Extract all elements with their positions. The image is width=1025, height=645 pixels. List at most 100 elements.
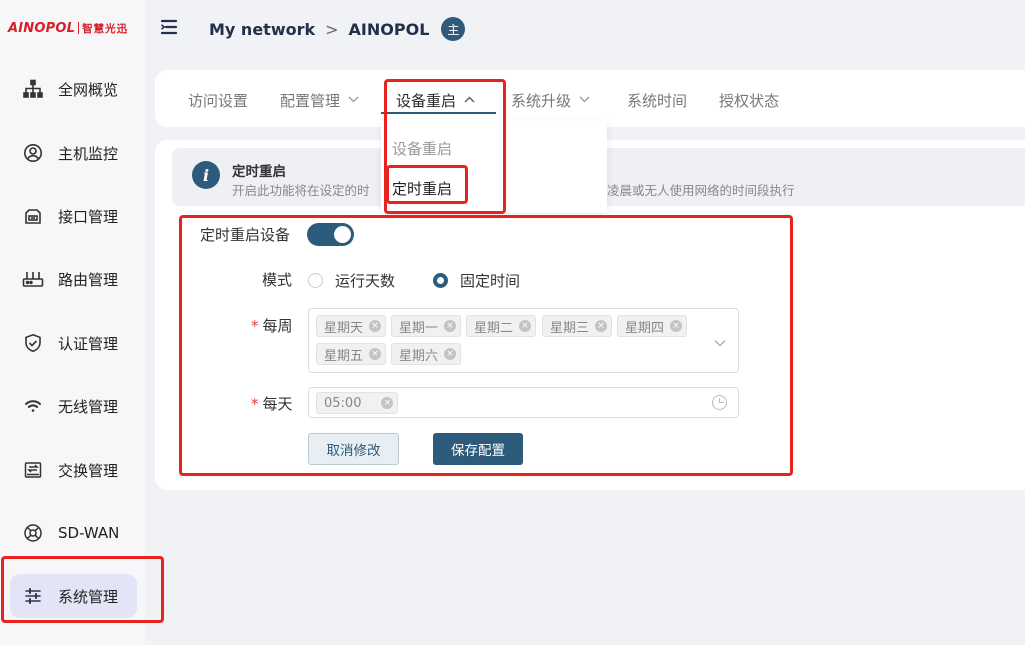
sdwan-icon [22, 522, 44, 544]
brand-logo: AINOPOL 智慧光迅 [8, 18, 128, 38]
sidebar-item-label: 无线管理 [58, 397, 119, 416]
weekday-tag: 星期四 × [617, 315, 688, 337]
daily-label-text: 每天 [262, 395, 293, 413]
network-topology-icon [22, 78, 44, 100]
router-icon [22, 268, 44, 290]
remove-tag-icon[interactable]: × [670, 320, 683, 332]
sidebar-item-sdwan[interactable]: SD-WAN [10, 511, 137, 555]
weekday-tag: 星期五 × [316, 343, 387, 365]
tab-config-management[interactable]: 配置管理 [280, 90, 359, 111]
weekday-tag-label: 星期二 [474, 320, 514, 336]
weekday-tag-label: 星期三 [550, 320, 590, 336]
reboot-dropdown-menu: 设备重启 定时重启 [381, 121, 607, 213]
weekday-tag-label: 星期六 [399, 348, 439, 364]
info-description-right: 在凌晨或无人使用网络的时间段执行 [594, 183, 795, 198]
tab-device-reboot[interactable]: 设备重启 [396, 90, 475, 111]
dropdown-item-device-reboot[interactable]: 设备重启 [392, 138, 452, 159]
breadcrumb-my-network[interactable]: My network [209, 20, 315, 39]
weekday-tag: 星期六 × [391, 343, 462, 365]
tab-label: 授权状态 [719, 92, 780, 110]
radio-label: 固定时间 [460, 272, 521, 290]
sidebar-item-label: 全网概览 [58, 80, 119, 99]
chevron-down-icon[interactable] [714, 335, 726, 351]
interface-icon [22, 205, 44, 227]
mode-radio-uptime-days[interactable]: 运行天数 [308, 270, 395, 291]
sidebar-item-label: SD-WAN [58, 524, 120, 542]
weekday-tag: 星期一 × [391, 315, 462, 337]
tab-label: 配置管理 [280, 92, 341, 110]
user-circle-icon [22, 142, 44, 164]
mode-radio-fixed-time[interactable]: 固定时间 [433, 270, 520, 291]
sidebar-item-auth[interactable]: 认证管理 [10, 321, 137, 365]
chevron-down-icon [348, 95, 359, 106]
remove-tag-icon[interactable]: × [444, 320, 457, 332]
sidebar-item-interface[interactable]: 接口管理 [10, 194, 137, 238]
sidebar-item-label: 接口管理 [58, 207, 119, 226]
cancel-button[interactable]: 取消修改 [308, 433, 399, 465]
device-role-badge: 主 [441, 17, 466, 41]
weekday-tag-label: 星期五 [324, 348, 364, 364]
breadcrumb: My network > AINOPOL 主 [209, 17, 466, 41]
scheduled-reboot-toggle[interactable] [307, 223, 354, 246]
radio-circle-checked [433, 273, 448, 288]
tab-label: 访问设置 [188, 92, 249, 110]
tab-label: 系统时间 [627, 92, 688, 110]
tab-license-status[interactable]: 授权状态 [719, 90, 779, 111]
weekly-label: * 每周 [251, 315, 293, 336]
sidebar: AINOPOL 智慧光迅 全网概览 主机监控 接口管理 路由管理 认证管理 无线… [0, 0, 145, 645]
sidebar-item-label: 认证管理 [58, 334, 119, 353]
sidebar-item-overview[interactable]: 全网概览 [10, 67, 137, 111]
weekday-tag-label: 星期天 [324, 320, 364, 336]
logo-divider [78, 22, 80, 34]
weekday-tag: 星期天 × [316, 315, 387, 337]
breadcrumb-device: AINOPOL [348, 19, 430, 39]
active-tab-indicator [381, 112, 496, 114]
top-header: My network > AINOPOL 主 [145, 0, 1025, 56]
time-picker[interactable]: 05:00 × [308, 387, 739, 418]
enable-label: 定时重启设备 [200, 226, 291, 244]
radio-label: 运行天数 [335, 272, 396, 290]
info-description-left: 开启此功能将在设定的时 [232, 183, 370, 198]
weekly-label-text: 每周 [262, 317, 293, 335]
tab-system-time[interactable]: 系统时间 [627, 90, 687, 111]
sidebar-item-label: 系统管理 [58, 587, 119, 606]
clock-icon[interactable] [712, 395, 727, 410]
remove-tag-icon[interactable]: × [369, 320, 382, 332]
wifi-icon [22, 395, 44, 417]
info-icon: i [192, 161, 220, 189]
sidebar-item-switch[interactable]: 交换管理 [10, 448, 137, 492]
tab-label: 系统升级 [511, 92, 572, 110]
switch-icon [22, 459, 44, 481]
remove-tag-icon[interactable]: × [369, 348, 382, 360]
radio-circle [308, 273, 323, 288]
tab-system-upgrade[interactable]: 系统升级 [511, 90, 590, 111]
remove-tag-icon[interactable]: × [519, 320, 532, 332]
weekday-multiselect[interactable]: 星期天 × 星期一 × 星期二 × 星期三 × 星期四 × 星期五 × 星期六 × [308, 308, 739, 373]
mode-label: 模式 [262, 271, 293, 289]
weekday-tag: 星期二 × [466, 315, 537, 337]
remove-tag-icon[interactable]: × [444, 348, 457, 360]
sidebar-item-routing[interactable]: 路由管理 [10, 257, 137, 301]
menu-toggle-icon[interactable] [159, 17, 179, 37]
dropdown-item-scheduled-reboot[interactable]: 定时重启 [392, 178, 452, 199]
remove-tag-icon[interactable]: × [595, 320, 608, 332]
weekday-tag: 星期三 × [542, 315, 613, 337]
daily-label: * 每天 [251, 393, 293, 414]
chevron-down-icon [579, 95, 590, 106]
tabs-bar: 访问设置 配置管理 设备重启 系统升级 系统时间 授权状态 [155, 70, 1025, 127]
shield-icon [22, 332, 44, 354]
sidebar-item-label: 主机监控 [58, 144, 119, 163]
remove-tag-icon[interactable]: × [381, 397, 394, 409]
tab-access-settings[interactable]: 访问设置 [188, 90, 248, 111]
weekday-tag-label: 星期四 [625, 320, 665, 336]
save-button[interactable]: 保存配置 [433, 433, 523, 465]
sidebar-item-host-monitor[interactable]: 主机监控 [10, 131, 137, 175]
tab-label: 设备重启 [396, 92, 457, 110]
sidebar-item-system[interactable]: 系统管理 [10, 574, 137, 618]
sidebar-item-wireless[interactable]: 无线管理 [10, 384, 137, 428]
sidebar-item-label: 交换管理 [58, 461, 119, 480]
brand-name-en: AINOPOL [8, 20, 76, 36]
info-title: 定时重启 [232, 164, 286, 180]
required-asterisk: * [251, 395, 259, 413]
sliders-icon [22, 585, 44, 607]
